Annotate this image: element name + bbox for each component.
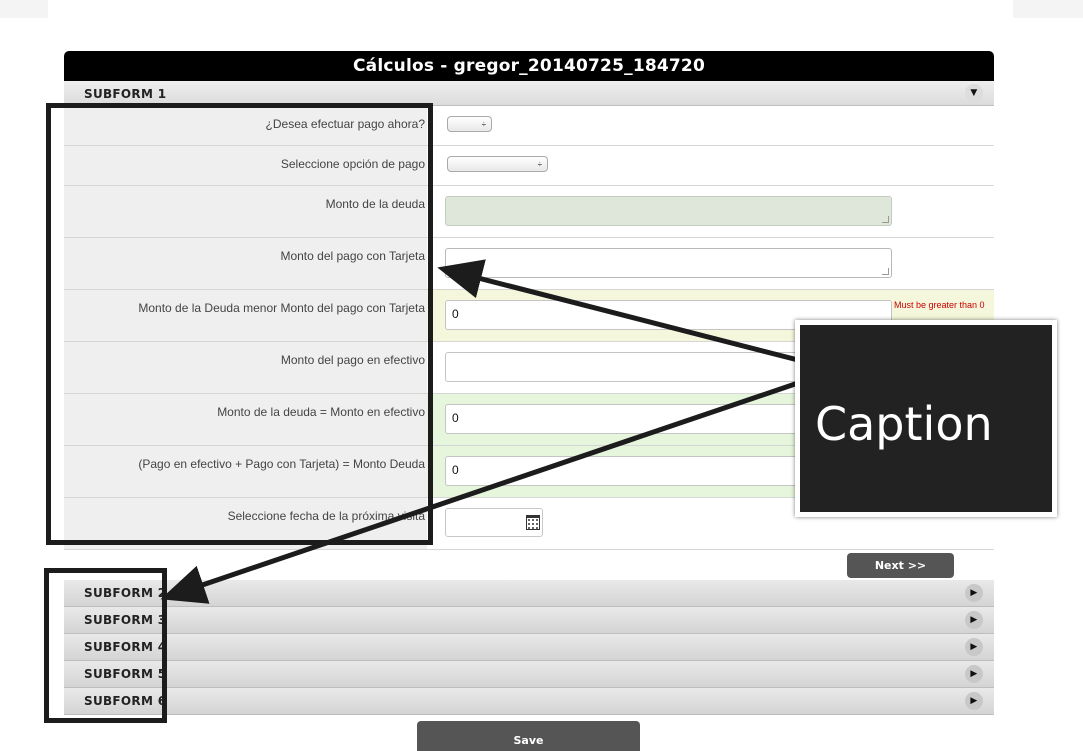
arrow-to-subforms: [160, 380, 799, 604]
caption-text: Caption: [815, 397, 993, 451]
caption-box: Caption: [795, 320, 1057, 517]
arrow-to-labels: [437, 259, 799, 363]
